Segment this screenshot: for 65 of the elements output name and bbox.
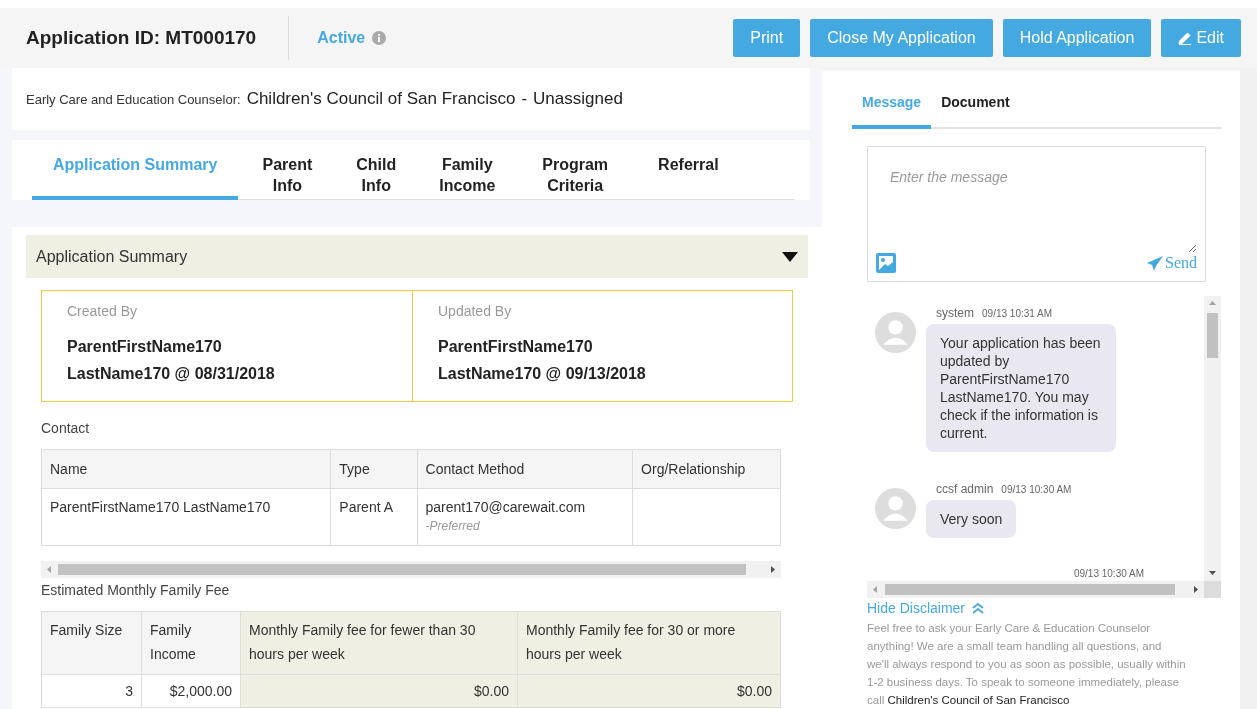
- caret-down-icon: [782, 250, 798, 263]
- section-tab[interactable]: Parent Info: [238, 140, 337, 200]
- application-id-title: Application ID: MT000170: [26, 16, 290, 60]
- summary-value: ParentFirstName170 LastName170 @ 09/13/2018: [438, 337, 647, 384]
- summary-label: Updated By: [438, 303, 513, 319]
- column-header: Contact Method: [417, 449, 633, 489]
- table-cell: $0.00: [517, 674, 781, 708]
- preferred-note: -Preferred: [425, 519, 481, 533]
- summary-value: ParentFirstName170 LastName170 @ 08/31/2018: [67, 337, 276, 384]
- contact-label: Contact: [41, 420, 91, 436]
- section-tab[interactable]: Referral: [632, 140, 745, 200]
- disclaimer-text: Feel free to ask your Early Care & Education Counselor anything! We are a small team handling all questions, and we'll always respond to you as soon as possible, usually within 1-2 business days. To speak to someone immediately, please call Children's Council of San Francisco: [867, 621, 1186, 708]
- sender-name: system: [936, 306, 974, 320]
- action-button[interactable]: Close My Application: [810, 19, 993, 57]
- vertical-scrollbar[interactable]: [1204, 296, 1221, 581]
- section-tab[interactable]: Program Criteria: [518, 140, 633, 200]
- assignee-name: Unassigned: [533, 89, 623, 109]
- status-label: Active: [317, 29, 366, 47]
- column-header: Family Income: [141, 611, 241, 675]
- counselor-label: Early Care and Education Counselor:: [26, 91, 241, 107]
- paper-plane-icon: [1147, 255, 1163, 271]
- column-header: Family Size: [41, 611, 142, 675]
- avatar-icon: [875, 488, 916, 529]
- send-button[interactable]: Send: [1147, 254, 1197, 272]
- email-text: parent170@carewait.com: [425, 499, 586, 515]
- pencil-icon: [1178, 31, 1193, 45]
- avatar-icon: [875, 312, 916, 353]
- hide-disclaimer-link[interactable]: Hide Disclaimer: [867, 600, 1186, 616]
- column-header: Type: [330, 449, 418, 489]
- agency-name: Children's Council of San Francisco: [246, 89, 516, 109]
- table-cell: $2,000.00: [141, 674, 241, 708]
- scrollbar-corner: [1204, 581, 1221, 598]
- column-header: Org/Relationship: [632, 449, 781, 489]
- column-header: Name: [41, 449, 331, 489]
- section-tab[interactable]: Child Info: [336, 140, 417, 200]
- section-tab[interactable]: Application Summary: [32, 140, 239, 200]
- column-header: Monthly Family fee for fewer than 30 hours per week: [240, 611, 518, 675]
- message-time: 09/13 10:30 AM: [1001, 484, 1072, 495]
- council-link[interactable]: Children's Council of San Francisco: [887, 694, 1070, 706]
- message-time: 09/13 10:30 AM: [1073, 568, 1144, 579]
- column-header: Monthly Family fee for 30 or more hours per week: [517, 611, 781, 675]
- message-field[interactable]: Enter the message Send: [867, 145, 1206, 282]
- chevron-up-icon: [971, 602, 986, 614]
- info-icon: [372, 31, 387, 45]
- summary-label: Created By: [67, 303, 139, 319]
- section-tab[interactable]: Family Income: [416, 140, 519, 200]
- table-cell: 3: [41, 674, 142, 708]
- table-cell: Parent A: [330, 488, 418, 546]
- horizontal-scrollbar[interactable]: [41, 561, 781, 578]
- table-cell: ParentFirstName170 LastName170: [41, 488, 331, 546]
- sender-name: ccsf admin: [936, 482, 994, 496]
- fee-label: Estimated Monthly Family Fee: [41, 582, 231, 598]
- message-bubble: Very soon: [926, 500, 1017, 538]
- action-button[interactable]: Print: [733, 19, 801, 57]
- message-bubble: Your application has been updated by ParentFirstName170 LastName170. You may check if the information is current.: [926, 324, 1116, 452]
- panel-tab[interactable]: Document: [931, 84, 1020, 129]
- table-cell: $0.00: [240, 674, 518, 708]
- accordion-header[interactable]: Application Summary: [26, 235, 808, 278]
- horizontal-scrollbar[interactable]: [867, 581, 1204, 598]
- edit-button[interactable]: Edit: [1161, 19, 1241, 57]
- action-button[interactable]: Hold Application: [1002, 19, 1152, 57]
- image-icon[interactable]: [876, 253, 896, 273]
- message-time: 09/13 10:31 AM: [982, 308, 1053, 319]
- panel-tab[interactable]: Message: [852, 84, 932, 129]
- separator-text: -: [521, 89, 528, 109]
